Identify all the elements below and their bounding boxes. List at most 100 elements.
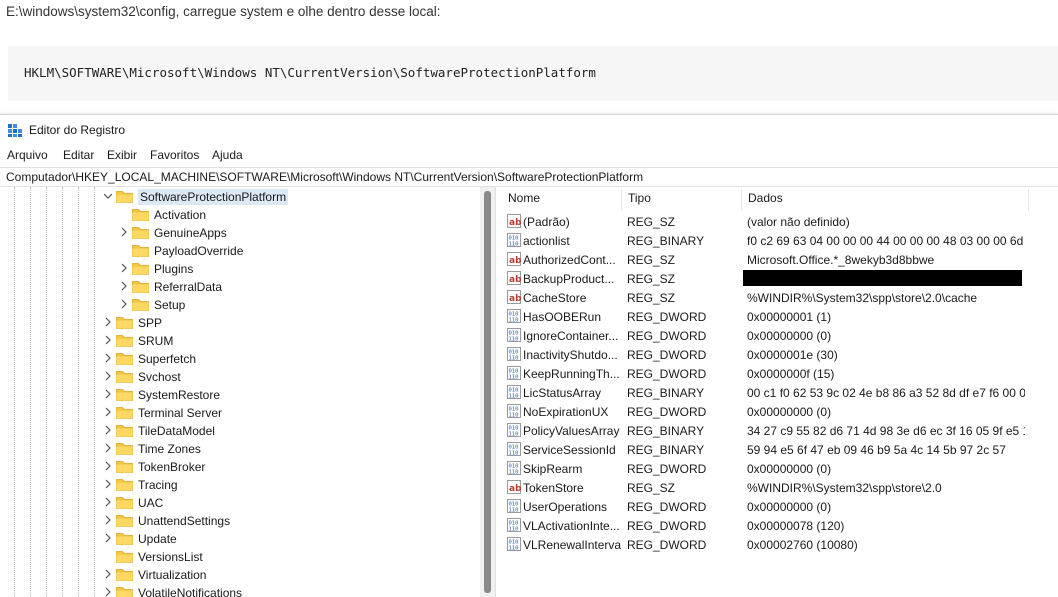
key-tree: SoftwareProtectionPlatformActivationGenu… <box>0 187 480 597</box>
tree-guide-line <box>78 187 79 597</box>
value-data: %WINDIR%\System32\spp\store\2.0 <box>747 481 1025 495</box>
column-separator[interactable] <box>1028 189 1029 211</box>
value-data: 59 94 e5 6f 47 eb 09 46 b9 5a 4c 14 5b 9… <box>747 443 1025 457</box>
tree-item-label: ReferralData <box>154 280 222 294</box>
value-row[interactable]: 010110SkipRearmREG_DWORD0x00000000 (0) <box>501 459 1058 478</box>
svg-text:110: 110 <box>509 527 519 533</box>
column-separator[interactable] <box>741 189 742 211</box>
value-row[interactable]: 010110VLRenewalIntervalREG_DWORD0x000027… <box>501 535 1058 554</box>
folder-icon <box>132 280 149 293</box>
folder-icon <box>116 532 133 545</box>
chevron-right-icon[interactable] <box>104 335 112 345</box>
chevron-right-icon[interactable] <box>104 479 112 489</box>
chevron-right-icon[interactable] <box>120 227 128 237</box>
chevron-right-icon[interactable] <box>104 371 112 381</box>
chevron-right-icon[interactable] <box>120 263 128 273</box>
binary-value-icon: 010110 <box>507 309 521 323</box>
value-row[interactable]: 010110UserOperationsREG_DWORD0x00000000 … <box>501 497 1058 516</box>
chevron-right-icon[interactable] <box>104 515 112 525</box>
folder-icon <box>132 298 149 311</box>
column-header-tipo[interactable]: Tipo <box>628 191 651 211</box>
chevron-right-icon[interactable] <box>104 533 112 543</box>
value-row[interactable]: abTokenStoreREG_SZ%WINDIR%\System32\spp\… <box>501 478 1058 497</box>
value-name: PolicyValuesArray <box>523 424 621 438</box>
menu-editar[interactable]: Editar <box>63 148 94 162</box>
folder-icon <box>116 442 133 455</box>
chevron-down-icon[interactable] <box>104 191 112 201</box>
value-row[interactable]: 010110VLActivationInte...REG_DWORD0x0000… <box>501 516 1058 535</box>
tree-item-label: Tracing <box>138 478 178 492</box>
values-list: Nome Tipo Dados ab(Padrão)REG_SZ(valor n… <box>501 187 1058 597</box>
value-row[interactable]: 010110KeepRunningTh...REG_DWORD0x0000000… <box>501 364 1058 383</box>
chevron-right-icon[interactable] <box>104 461 112 471</box>
tree-scrollbar[interactable] <box>480 187 495 597</box>
chevron-right-icon[interactable] <box>104 443 112 453</box>
value-row[interactable]: 010110actionlistREG_BINARYf0 c2 69 63 04… <box>501 231 1058 250</box>
tree-item-label: SoftwareProtectionPlatform <box>138 189 288 205</box>
value-type: REG_DWORD <box>627 310 706 324</box>
binary-value-icon: 010110 <box>507 366 521 380</box>
chevron-right-icon[interactable] <box>104 317 112 327</box>
tree-item-label: Update <box>138 532 177 546</box>
string-value-icon: ab <box>507 214 521 228</box>
menu-ajuda[interactable]: Ajuda <box>212 148 243 162</box>
address-path[interactable]: Computador\HKEY_LOCAL_MACHINE\SOFTWARE\M… <box>6 170 643 184</box>
chevron-right-icon[interactable] <box>104 353 112 363</box>
chevron-right-icon[interactable] <box>120 281 128 291</box>
chevron-right-icon[interactable] <box>104 569 112 579</box>
binary-value-icon: 010110 <box>507 385 521 399</box>
value-data: 0x00000000 (0) <box>747 462 1025 476</box>
menu-arquivo[interactable]: Arquivo <box>7 148 48 162</box>
code-block: HKLM\SOFTWARE\Microsoft\Windows NT\Curre… <box>8 46 1058 101</box>
svg-text:ab: ab <box>509 275 521 285</box>
binary-value-icon: 010110 <box>507 328 521 342</box>
menu-exibir[interactable]: Exibir <box>107 148 137 162</box>
svg-text:110: 110 <box>509 546 519 552</box>
value-data: 0x00000000 (0) <box>747 405 1025 419</box>
tree-item-label: GenuineApps <box>154 226 227 240</box>
value-type: REG_BINARY <box>627 424 704 438</box>
value-type: REG_DWORD <box>627 500 706 514</box>
tree-guide-line <box>94 187 95 597</box>
value-row[interactable]: ab(Padrão)REG_SZ(valor não definido) <box>501 212 1058 231</box>
value-row[interactable]: 010110InactivityShutdo...REG_DWORD0x0000… <box>501 345 1058 364</box>
folder-icon <box>116 586 133 597</box>
chevron-right-icon[interactable] <box>104 425 112 435</box>
value-data: f0 c2 69 63 04 00 00 00 44 00 00 00 48 0… <box>747 234 1025 248</box>
binary-value-icon: 010110 <box>507 233 521 247</box>
value-row[interactable]: 010110NoExpirationUXREG_DWORD0x00000000 … <box>501 402 1058 421</box>
value-name: InactivityShutdo... <box>523 348 621 362</box>
value-row[interactable]: 010110LicStatusArrayREG_BINARY00 c1 f0 6… <box>501 383 1058 402</box>
tree-item-label: Plugins <box>154 262 193 276</box>
value-row[interactable]: abBackupProduct...REG_SZ <box>501 269 1058 288</box>
value-data: 0x00002760 (10080) <box>747 538 1025 552</box>
tree-guide-line <box>14 187 15 597</box>
folder-icon <box>116 568 133 581</box>
folder-icon <box>116 460 133 473</box>
value-data: 0x00000078 (120) <box>747 519 1025 533</box>
value-row[interactable]: abAuthorizedCont...REG_SZMicrosoft.Offic… <box>501 250 1058 269</box>
value-row[interactable]: 010110PolicyValuesArrayREG_BINARY34 27 c… <box>501 421 1058 440</box>
registry-editor-window: Editor do Registro Arquivo Editar Exibir… <box>0 114 1058 597</box>
value-name: TokenStore <box>523 481 621 495</box>
value-row[interactable]: 010110HasOOBERunREG_DWORD0x00000001 (1) <box>501 307 1058 326</box>
chevron-right-icon[interactable] <box>104 389 112 399</box>
folder-icon <box>132 208 149 221</box>
address-bar[interactable]: Computador\HKEY_LOCAL_MACHINE\SOFTWARE\M… <box>0 167 1058 187</box>
svg-text:ab: ab <box>509 256 521 266</box>
column-header-nome[interactable]: Nome <box>508 191 540 211</box>
value-name: NoExpirationUX <box>523 405 621 419</box>
value-name: KeepRunningTh... <box>523 367 621 381</box>
menu-favoritos[interactable]: Favoritos <box>150 148 199 162</box>
chevron-right-icon[interactable] <box>104 497 112 507</box>
string-value-icon: ab <box>507 271 521 285</box>
chevron-right-icon[interactable] <box>120 299 128 309</box>
column-separator[interactable] <box>621 189 622 211</box>
value-row[interactable]: 010110IgnoreContainer...REG_DWORD0x00000… <box>501 326 1058 345</box>
column-header-dados[interactable]: Dados <box>748 191 783 211</box>
tree-scrollbar-thumb[interactable] <box>484 191 491 593</box>
chevron-right-icon[interactable] <box>104 407 112 417</box>
value-row[interactable]: abCacheStoreREG_SZ%WINDIR%\System32\spp\… <box>501 288 1058 307</box>
svg-text:110: 110 <box>509 318 519 324</box>
value-row[interactable]: 010110ServiceSessionIdREG_BINARY59 94 e5… <box>501 440 1058 459</box>
